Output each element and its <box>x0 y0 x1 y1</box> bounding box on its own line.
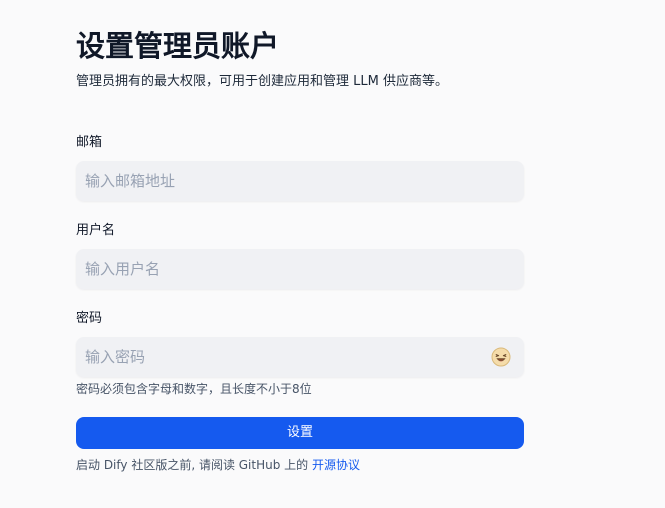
email-field-wrapper <box>76 161 524 201</box>
emoji-face-icon <box>491 347 511 367</box>
page-subtitle: 管理员拥有的最大权限，可用于创建应用和管理 LLM 供应商等。 <box>76 74 448 89</box>
password-field-wrapper <box>76 337 524 377</box>
footer-notice: 启动 Dify 社区版之前, 请阅读 GitHub 上的 开源协议 <box>76 457 360 473</box>
password-visibility-toggle[interactable] <box>491 347 511 367</box>
username-field-wrapper <box>76 249 524 289</box>
install-page: 设置管理员账户 管理员拥有的最大权限，可用于创建应用和管理 LLM 供应商等。 … <box>0 0 665 508</box>
password-field[interactable] <box>76 337 524 377</box>
password-label: 密码 <box>76 311 103 326</box>
email-field[interactable] <box>76 161 524 201</box>
footer-text: 启动 Dify 社区版之前, 请阅读 GitHub 上的 <box>76 458 312 472</box>
page-title: 设置管理员账户 <box>76 29 280 63</box>
setup-button[interactable]: 设置 <box>76 417 524 449</box>
username-label: 用户名 <box>76 223 116 238</box>
license-link[interactable]: 开源协议 <box>312 458 360 472</box>
username-field[interactable] <box>76 249 524 289</box>
email-label: 邮箱 <box>76 135 103 150</box>
password-hint: 密码必须包含字母和数字，且长度不小于8位 <box>76 382 312 396</box>
